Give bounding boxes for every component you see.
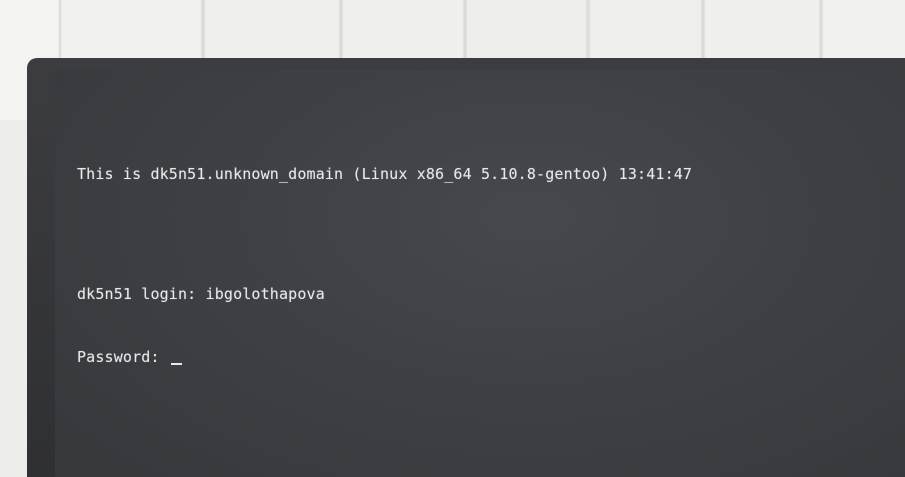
- system-banner: This is dk5n51.unknown_domain (Linux x86…: [77, 165, 693, 183]
- login-line: dk5n51 login: ibgolothapova: [77, 284, 692, 305]
- tty-console[interactable]: This is dk5n51.unknown_domain (Linux x86…: [77, 122, 692, 410]
- monitor-screen: This is dk5n51.unknown_domain (Linux x86…: [55, 70, 905, 477]
- photo-scene: This is dk5n51.unknown_domain (Linux x86…: [0, 0, 905, 477]
- login-prompt: dk5n51 login:: [77, 285, 206, 303]
- password-line[interactable]: Password:: [77, 347, 692, 368]
- login-username-value[interactable]: ibgolothapova: [206, 285, 325, 303]
- password-prompt: Password:: [77, 348, 169, 366]
- text-cursor-icon: [170, 363, 182, 365]
